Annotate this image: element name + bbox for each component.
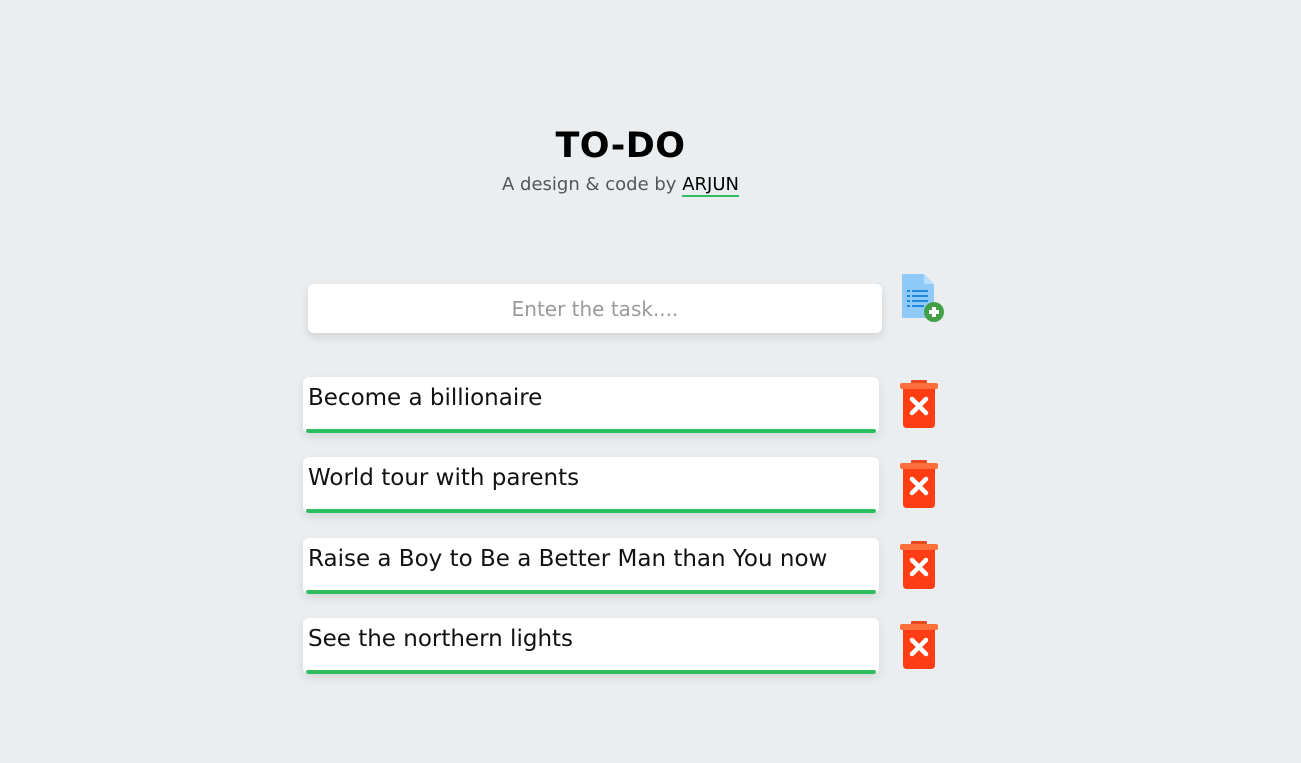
add-task-button[interactable] [898,272,948,324]
trash-delete-icon [900,460,938,508]
task-item[interactable]: World tour with parents [303,457,879,513]
trash-delete-icon [900,380,938,428]
add-task-icon [902,274,944,322]
todo-app: TO-DO A design & code by ARJUN Become a … [0,0,1301,763]
task-item[interactable]: Raise a Boy to Be a Better Man than You … [303,538,879,594]
task-underline [306,590,876,594]
delete-task-button[interactable] [899,541,939,591]
subtitle-prefix: A design & code by [502,174,683,195]
task-underline [306,509,876,513]
task-item[interactable]: Become a billionaire [303,377,879,433]
task-item[interactable]: See the northern lights [303,618,879,674]
task-text: Become a billionaire [308,385,543,411]
task-underline [306,670,876,674]
page-subtitle: A design & code by ARJUN [0,174,1241,197]
trash-delete-icon [900,541,938,589]
task-input-container [308,284,882,333]
delete-task-button[interactable] [899,621,939,671]
task-text: World tour with parents [308,465,580,491]
page-title: TO-DO [555,126,686,166]
author-link[interactable]: ARJUN [682,174,739,197]
task-input[interactable] [308,284,882,333]
task-underline [306,429,876,433]
trash-delete-icon [900,621,938,669]
task-text: Raise a Boy to Be a Better Man than You … [308,546,828,572]
delete-task-button[interactable] [899,380,939,430]
task-text: See the northern lights [308,626,574,652]
delete-task-button[interactable] [899,460,939,510]
